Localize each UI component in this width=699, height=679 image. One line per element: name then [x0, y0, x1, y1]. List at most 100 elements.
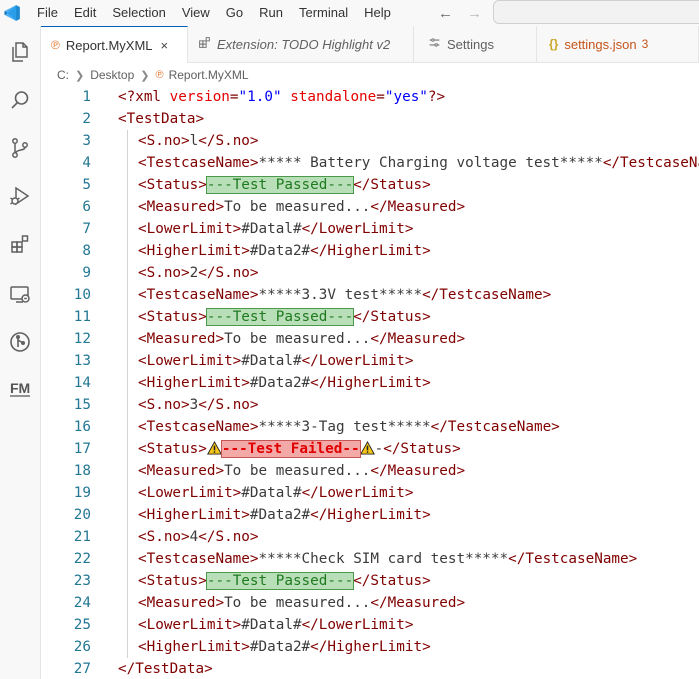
token-tag: <TestData>: [118, 111, 205, 127]
indent-guide: [127, 262, 128, 284]
token-txt: #Datal#: [241, 485, 302, 501]
token-val: "1.0": [238, 89, 282, 105]
breadcrumb-item-desktop[interactable]: Desktop: [90, 68, 134, 82]
line-number: 20: [73, 507, 91, 523]
code-text: <S.no>4</S.no>: [138, 526, 259, 548]
code-line[interactable]: 5 <Status>---Test Passed---</Status>: [41, 174, 699, 196]
line-number: 26: [73, 639, 91, 655]
token-txt: #Data2#: [249, 375, 311, 391]
fm-extension-icon[interactable]: FM: [4, 372, 36, 404]
code-line[interactable]: 3 <S.no>l</S.no>: [41, 130, 699, 152]
token-tag: <Measured>: [138, 331, 225, 347]
menu-edit[interactable]: Edit: [66, 0, 104, 26]
token-tag: </HigherLimit>: [310, 375, 431, 391]
code-line[interactable]: 22 <TestcaseName>*****Check SIM card test…: [41, 548, 699, 570]
token-tag: </Measured>: [370, 463, 466, 479]
code-text: <TestcaseName>*****3.3V test*****</Testc…: [138, 284, 551, 306]
token-tag: <Status>: [138, 573, 207, 589]
menu-run[interactable]: Run: [251, 0, 291, 26]
code-line[interactable]: 4 <TestcaseName>***** Battery Charging vo…: [41, 152, 699, 174]
token-tag: </HigherLimit>: [310, 243, 431, 259]
code-line[interactable]: 15 <S.no>3</S.no>: [41, 394, 699, 416]
source-control-icon[interactable]: [4, 132, 36, 164]
token-attr: standalone: [290, 89, 377, 105]
code-line[interactable]: 10 <TestcaseName>*****3.3V test*****</Tes…: [41, 284, 699, 306]
token-tag: <S.no>: [138, 529, 190, 545]
token-txt: *****3.3V test*****: [258, 287, 423, 303]
code-line[interactable]: 6 <Measured>To be measured...</Measured>: [41, 196, 699, 218]
code-line[interactable]: 27 </TestData>: [41, 658, 699, 679]
remote-explorer-icon[interactable]: [4, 278, 36, 310]
menu-selection[interactable]: Selection: [104, 0, 173, 26]
code-line[interactable]: 7 <LowerLimit>#Datal#</LowerLimit>: [41, 218, 699, 240]
token-tag: </TestData>: [118, 661, 213, 677]
code-text: <?xml version="1.0" standalone="yes"?>: [118, 86, 445, 108]
forward-arrow-icon[interactable]: →: [467, 5, 482, 22]
chevron-right-icon: ❯: [140, 69, 150, 82]
line-number: 14: [73, 375, 91, 391]
code-text: <Measured>To be measured...</Measured>: [138, 196, 465, 218]
line-number: 21: [73, 529, 91, 545]
run-debug-icon[interactable]: [4, 180, 36, 212]
tab-settings-json[interactable]: {} settings.json 3: [537, 26, 699, 62]
code-text: <S.no>2</S.no>: [138, 262, 259, 284]
code-line[interactable]: 17 <Status> ---Test Failed-- -</Status>: [41, 438, 699, 460]
line-number: 2: [82, 111, 91, 127]
tab-label: Settings: [447, 36, 494, 52]
breadcrumb-item-file[interactable]: Report.MyXML: [169, 68, 249, 82]
menu-go[interactable]: Go: [218, 0, 251, 26]
code-line[interactable]: 1 <?xml version="1.0" standalone="yes"?>: [41, 86, 699, 108]
token-tag: </LowerLimit>: [301, 221, 414, 237]
code-line[interactable]: 2 <TestData>: [41, 108, 699, 130]
code-line[interactable]: 13 <LowerLimit>#Datal#</LowerLimit>: [41, 350, 699, 372]
line-number: 24: [73, 595, 91, 611]
code-editor[interactable]: 1 <?xml version="1.0" standalone="yes"?> 2…: [41, 86, 699, 679]
code-line[interactable]: 24 <Measured>To be measured...</Measured>: [41, 592, 699, 614]
code-line[interactable]: 11 <Status>---Test Passed---</Status>: [41, 306, 699, 328]
line-number: 8: [82, 243, 91, 259]
code-line[interactable]: 8 <HigherLimit>#Data2#</HigherLimit>: [41, 240, 699, 262]
code-line[interactable]: 25 <LowerLimit>#Datal#</LowerLimit>: [41, 614, 699, 636]
code-line[interactable]: 26 <HigherLimit>#Data2#</HigherLimit>: [41, 636, 699, 658]
token-tag: </Measured>: [370, 331, 466, 347]
tab-settings[interactable]: Settings: [414, 26, 537, 62]
code-line[interactable]: 19 <LowerLimit>#Datal#</LowerLimit>: [41, 482, 699, 504]
tab-extension-todo-highlight[interactable]: Extension: TODO Highlight v2: [188, 26, 414, 62]
problem-count-badge: 3: [641, 37, 649, 51]
menu-help[interactable]: Help: [356, 0, 399, 26]
indent-guide: [127, 152, 128, 174]
code-line[interactable]: 21 <S.no>4</S.no>: [41, 526, 699, 548]
code-line[interactable]: 18 <Measured>To be measured...</Measured>: [41, 460, 699, 482]
search-icon[interactable]: [4, 84, 36, 116]
code-text: <HigherLimit>#Data2#</HigherLimit>: [138, 240, 431, 262]
token-tag: <Status>: [138, 309, 207, 325]
breadcrumb-item-drive[interactable]: C:: [57, 68, 69, 82]
vscode-logo-icon[interactable]: [1, 2, 23, 24]
json-braces-icon: {}: [549, 37, 559, 51]
token-tag: </HigherLimit>: [310, 639, 431, 655]
code-line[interactable]: 12 <Measured>To be measured...</Measured>: [41, 328, 699, 350]
close-icon[interactable]: ×: [161, 38, 169, 53]
code-line[interactable]: 9 <S.no>2</S.no>: [41, 262, 699, 284]
line-number: 3: [82, 133, 91, 149]
code-line[interactable]: 14 <HigherLimit>#Data2#</HigherLimit>: [41, 372, 699, 394]
tab-report-myxml[interactable]: ℗ Report.MyXML ×: [41, 26, 188, 63]
extensions-icon[interactable]: [4, 228, 36, 260]
token-tag: ?>: [427, 89, 446, 105]
menu-terminal[interactable]: Terminal: [291, 0, 356, 26]
explorer-files-icon[interactable]: [4, 36, 36, 68]
code-line[interactable]: 20 <HigherLimit>#Data2#</HigherLimit>: [41, 504, 699, 526]
token-tag: <LowerLimit>: [138, 617, 242, 633]
command-center-search[interactable]: [493, 0, 699, 24]
tab-label: settings.json: [564, 36, 637, 52]
title-bar: File Edit Selection View Go Run Terminal…: [0, 0, 699, 26]
menu-view[interactable]: View: [174, 0, 218, 26]
code-line[interactable]: 23 <Status>---Test Passed---</Status>: [41, 570, 699, 592]
back-arrow-icon[interactable]: ←: [438, 5, 453, 22]
token-tag: </S.no>: [198, 133, 259, 149]
git-graph-icon[interactable]: [4, 326, 36, 358]
code-line[interactable]: 16 <TestcaseName>*****3-Tag test*****</Te…: [41, 416, 699, 438]
code-text: <HigherLimit>#Data2#</HigherLimit>: [138, 636, 431, 658]
code-text: <Status>---Test Passed---</Status>: [138, 174, 431, 196]
menu-file[interactable]: File: [35, 0, 66, 26]
